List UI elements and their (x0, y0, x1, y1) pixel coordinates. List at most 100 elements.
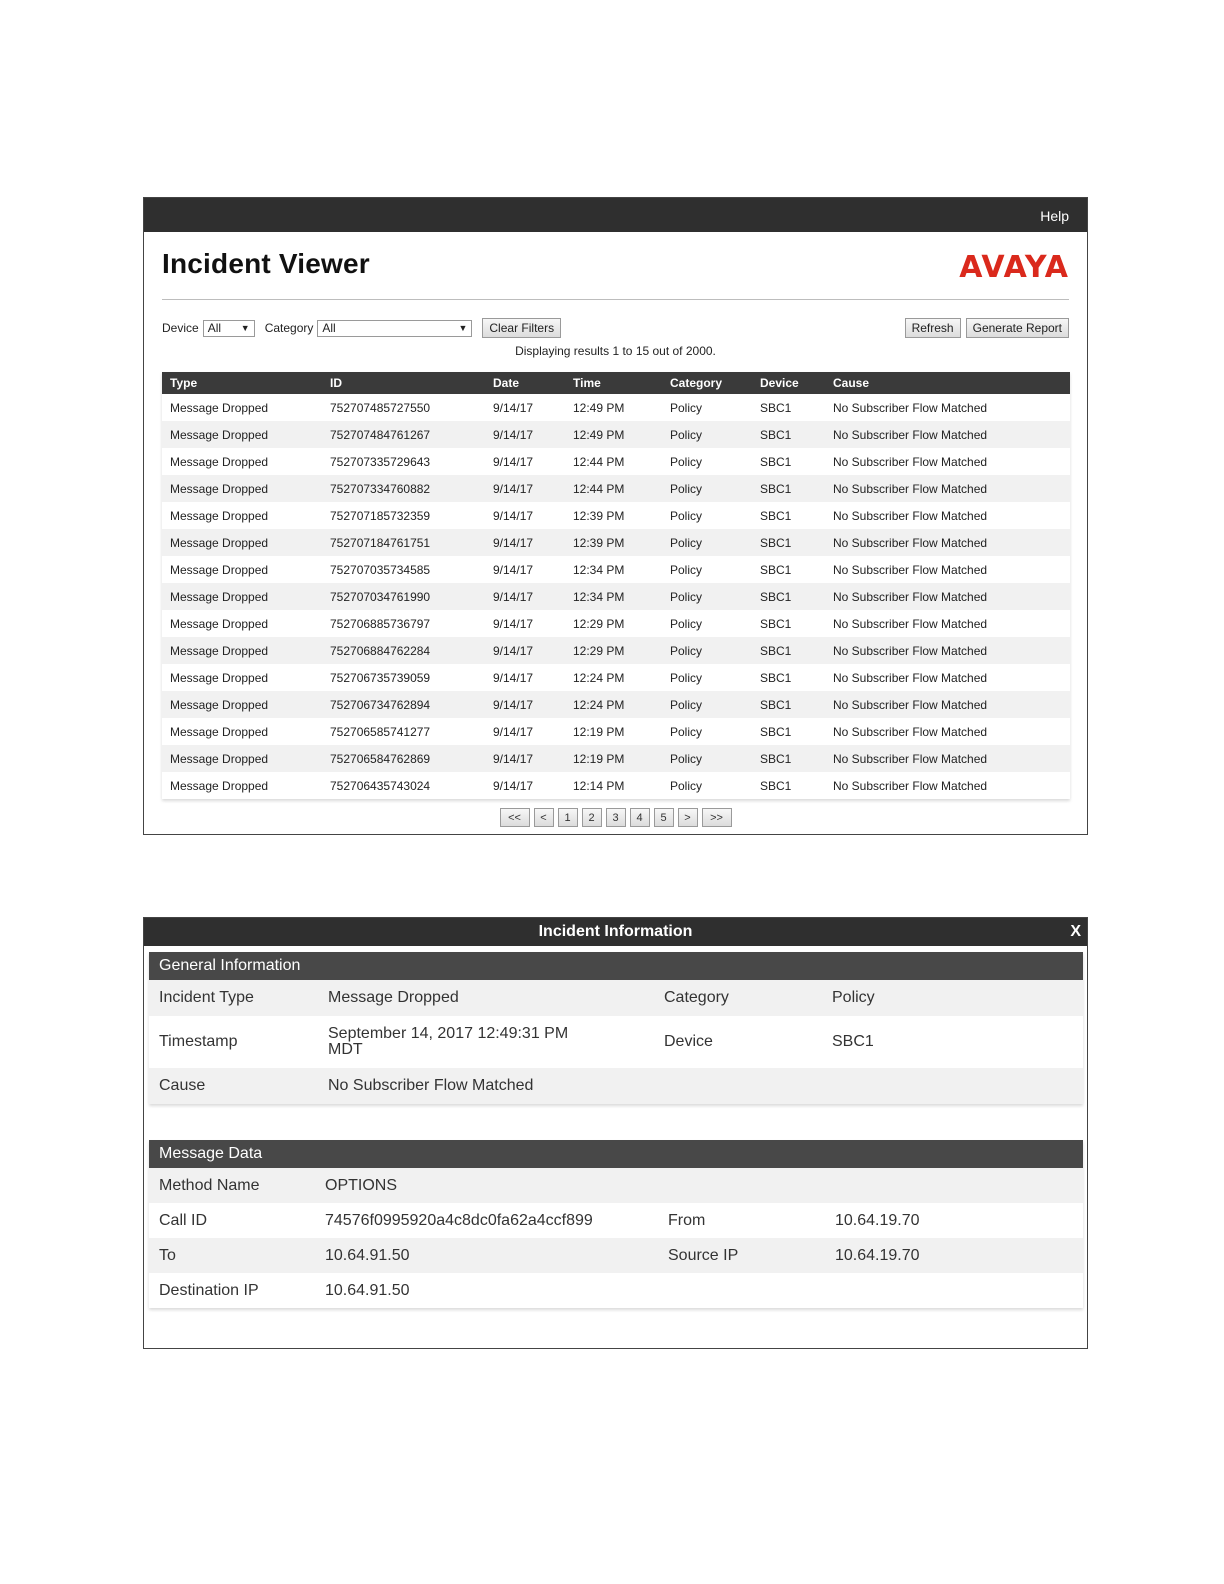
cell-id: 752707485727550 (322, 394, 485, 421)
cell-time: 12:29 PM (565, 610, 662, 637)
page-3-button[interactable]: 3 (605, 808, 626, 827)
method-name-label: Method Name (159, 1176, 260, 1194)
table-row[interactable]: Message Dropped 752707034761990 9/14/17 12:… (162, 583, 1070, 610)
column-header-category[interactable]: Category (662, 372, 752, 394)
table-row[interactable]: Message Dropped 752706735739059 9/14/17 12:… (162, 664, 1070, 691)
last-page-button[interactable]: >> (701, 808, 732, 827)
device-filter-select[interactable]: All ▼ (202, 319, 255, 337)
cell-cause: No Subscriber Flow Matched (825, 745, 1070, 772)
table-row[interactable]: Message Dropped 752707485727550 9/14/17 12:… (162, 394, 1070, 421)
page-1-button[interactable]: 1 (557, 808, 578, 827)
destination-ip-label: Destination IP (159, 1281, 259, 1299)
section-heading: General Information (149, 952, 1083, 980)
cell-id: 752706585741277 (322, 718, 485, 745)
divider (162, 299, 1069, 300)
cell-category: Policy (662, 637, 752, 664)
table-row[interactable]: Message Dropped 752707484761267 9/14/17 12:… (162, 421, 1070, 448)
cell-date: 9/14/17 (485, 637, 565, 664)
column-header-cause[interactable]: Cause (825, 372, 1070, 394)
destination-ip-value: 10.64.91.50 (325, 1281, 410, 1299)
cell-date: 9/14/17 (485, 421, 565, 448)
avaya-logo: AVAYA (959, 250, 1069, 285)
cell-id: 752707185732359 (322, 502, 485, 529)
call-id-label: Call ID (159, 1211, 208, 1229)
refresh-button[interactable]: Refresh (904, 318, 961, 338)
device-filter-label: Device (162, 321, 199, 335)
cause-label: Cause (159, 1077, 206, 1094)
table-row[interactable]: Message Dropped 752707335729643 9/14/17 12:… (162, 448, 1070, 475)
cell-category: Policy (662, 529, 752, 556)
cell-id: 752707184761751 (322, 529, 485, 556)
prev-page-button[interactable]: < (533, 808, 554, 827)
to-label: To (159, 1246, 176, 1264)
info-row: Timestamp September 14, 2017 12:49:31 PM… (149, 1016, 1083, 1068)
info-row: To 10.64.91.50 Source IP 10.64.19.70 (149, 1238, 1083, 1273)
page-4-button[interactable]: 4 (629, 808, 650, 827)
column-header-id[interactable]: ID (322, 372, 485, 394)
table-row[interactable]: Message Dropped 752707184761751 9/14/17 12:… (162, 529, 1070, 556)
timestamp-line-2: MDT (328, 1041, 363, 1058)
cell-type: Message Dropped (162, 691, 322, 718)
cell-type: Message Dropped (162, 583, 322, 610)
cell-cause: No Subscriber Flow Matched (825, 691, 1070, 718)
cell-type: Message Dropped (162, 772, 322, 799)
table-row[interactable]: Message Dropped 752706584762869 9/14/17 12:… (162, 745, 1070, 772)
cell-cause: No Subscriber Flow Matched (825, 637, 1070, 664)
table-row[interactable]: Message Dropped 752707334760882 9/14/17 12:… (162, 475, 1070, 502)
close-icon[interactable]: X (1070, 918, 1081, 946)
cell-cause: No Subscriber Flow Matched (825, 772, 1070, 799)
cell-device: SBC1 (752, 718, 825, 745)
clear-filters-button[interactable]: Clear Filters (482, 318, 562, 338)
info-row: Method Name OPTIONS (149, 1168, 1083, 1203)
cell-device: SBC1 (752, 421, 825, 448)
first-page-button[interactable]: << (499, 808, 530, 827)
generate-report-button[interactable]: Generate Report (965, 318, 1069, 338)
next-page-button[interactable]: > (677, 808, 698, 827)
column-header-type[interactable]: Type (162, 372, 322, 394)
table-row[interactable]: Message Dropped 752706885736797 9/14/17 12:… (162, 610, 1070, 637)
column-header-time[interactable]: Time (565, 372, 662, 394)
table-row[interactable]: Message Dropped 752706435743024 9/14/17 12:… (162, 772, 1070, 799)
cell-time: 12:34 PM (565, 556, 662, 583)
column-header-device[interactable]: Device (752, 372, 825, 394)
cell-category: Policy (662, 772, 752, 799)
to-value: 10.64.91.50 (325, 1246, 410, 1264)
column-header-date[interactable]: Date (485, 372, 565, 394)
cell-device: SBC1 (752, 610, 825, 637)
page-title: Incident Viewer (162, 248, 370, 279)
incident-type-value: Message Dropped (328, 989, 459, 1006)
timestamp-value: September 14, 2017 12:49:31 PM MDT (318, 1026, 654, 1058)
cell-category: Policy (662, 448, 752, 475)
table-row[interactable]: Message Dropped 752706734762894 9/14/17 12:… (162, 691, 1070, 718)
cell-date: 9/14/17 (485, 529, 565, 556)
table-row[interactable]: Message Dropped 752706884762284 9/14/17 12:… (162, 637, 1070, 664)
cell-time: 12:29 PM (565, 637, 662, 664)
cell-type: Message Dropped (162, 556, 322, 583)
incident-viewer-window: Help Incident Viewer AVAYA Device All ▼ … (143, 197, 1088, 835)
cell-id: 752707484761267 (322, 421, 485, 448)
from-label: From (668, 1211, 706, 1229)
page-5-button[interactable]: 5 (653, 808, 674, 827)
cell-cause: No Subscriber Flow Matched (825, 610, 1070, 637)
category-value: Policy (832, 989, 875, 1006)
cell-cause: No Subscriber Flow Matched (825, 664, 1070, 691)
table-row[interactable]: Message Dropped 752707035734585 9/14/17 12:… (162, 556, 1070, 583)
category-filter-select[interactable]: All ▼ (317, 319, 473, 337)
info-row: Destination IP 10.64.91.50 (149, 1273, 1083, 1308)
cell-date: 9/14/17 (485, 610, 565, 637)
cell-id: 752707034761990 (322, 583, 485, 610)
timestamp-label: Timestamp (159, 1033, 238, 1050)
table-row[interactable]: Message Dropped 752706585741277 9/14/17 12:… (162, 718, 1070, 745)
category-filter-label: Category (264, 321, 314, 335)
page-2-button[interactable]: 2 (581, 808, 602, 827)
cell-time: 12:49 PM (565, 394, 662, 421)
cell-category: Policy (662, 718, 752, 745)
table-row[interactable]: Message Dropped 752707185732359 9/14/17 12:… (162, 502, 1070, 529)
help-link[interactable]: Help (1040, 208, 1069, 224)
cell-date: 9/14/17 (485, 691, 565, 718)
device-value: SBC1 (832, 1033, 874, 1050)
cell-type: Message Dropped (162, 718, 322, 745)
cell-cause: No Subscriber Flow Matched (825, 421, 1070, 448)
cell-type: Message Dropped (162, 637, 322, 664)
cell-date: 9/14/17 (485, 772, 565, 799)
